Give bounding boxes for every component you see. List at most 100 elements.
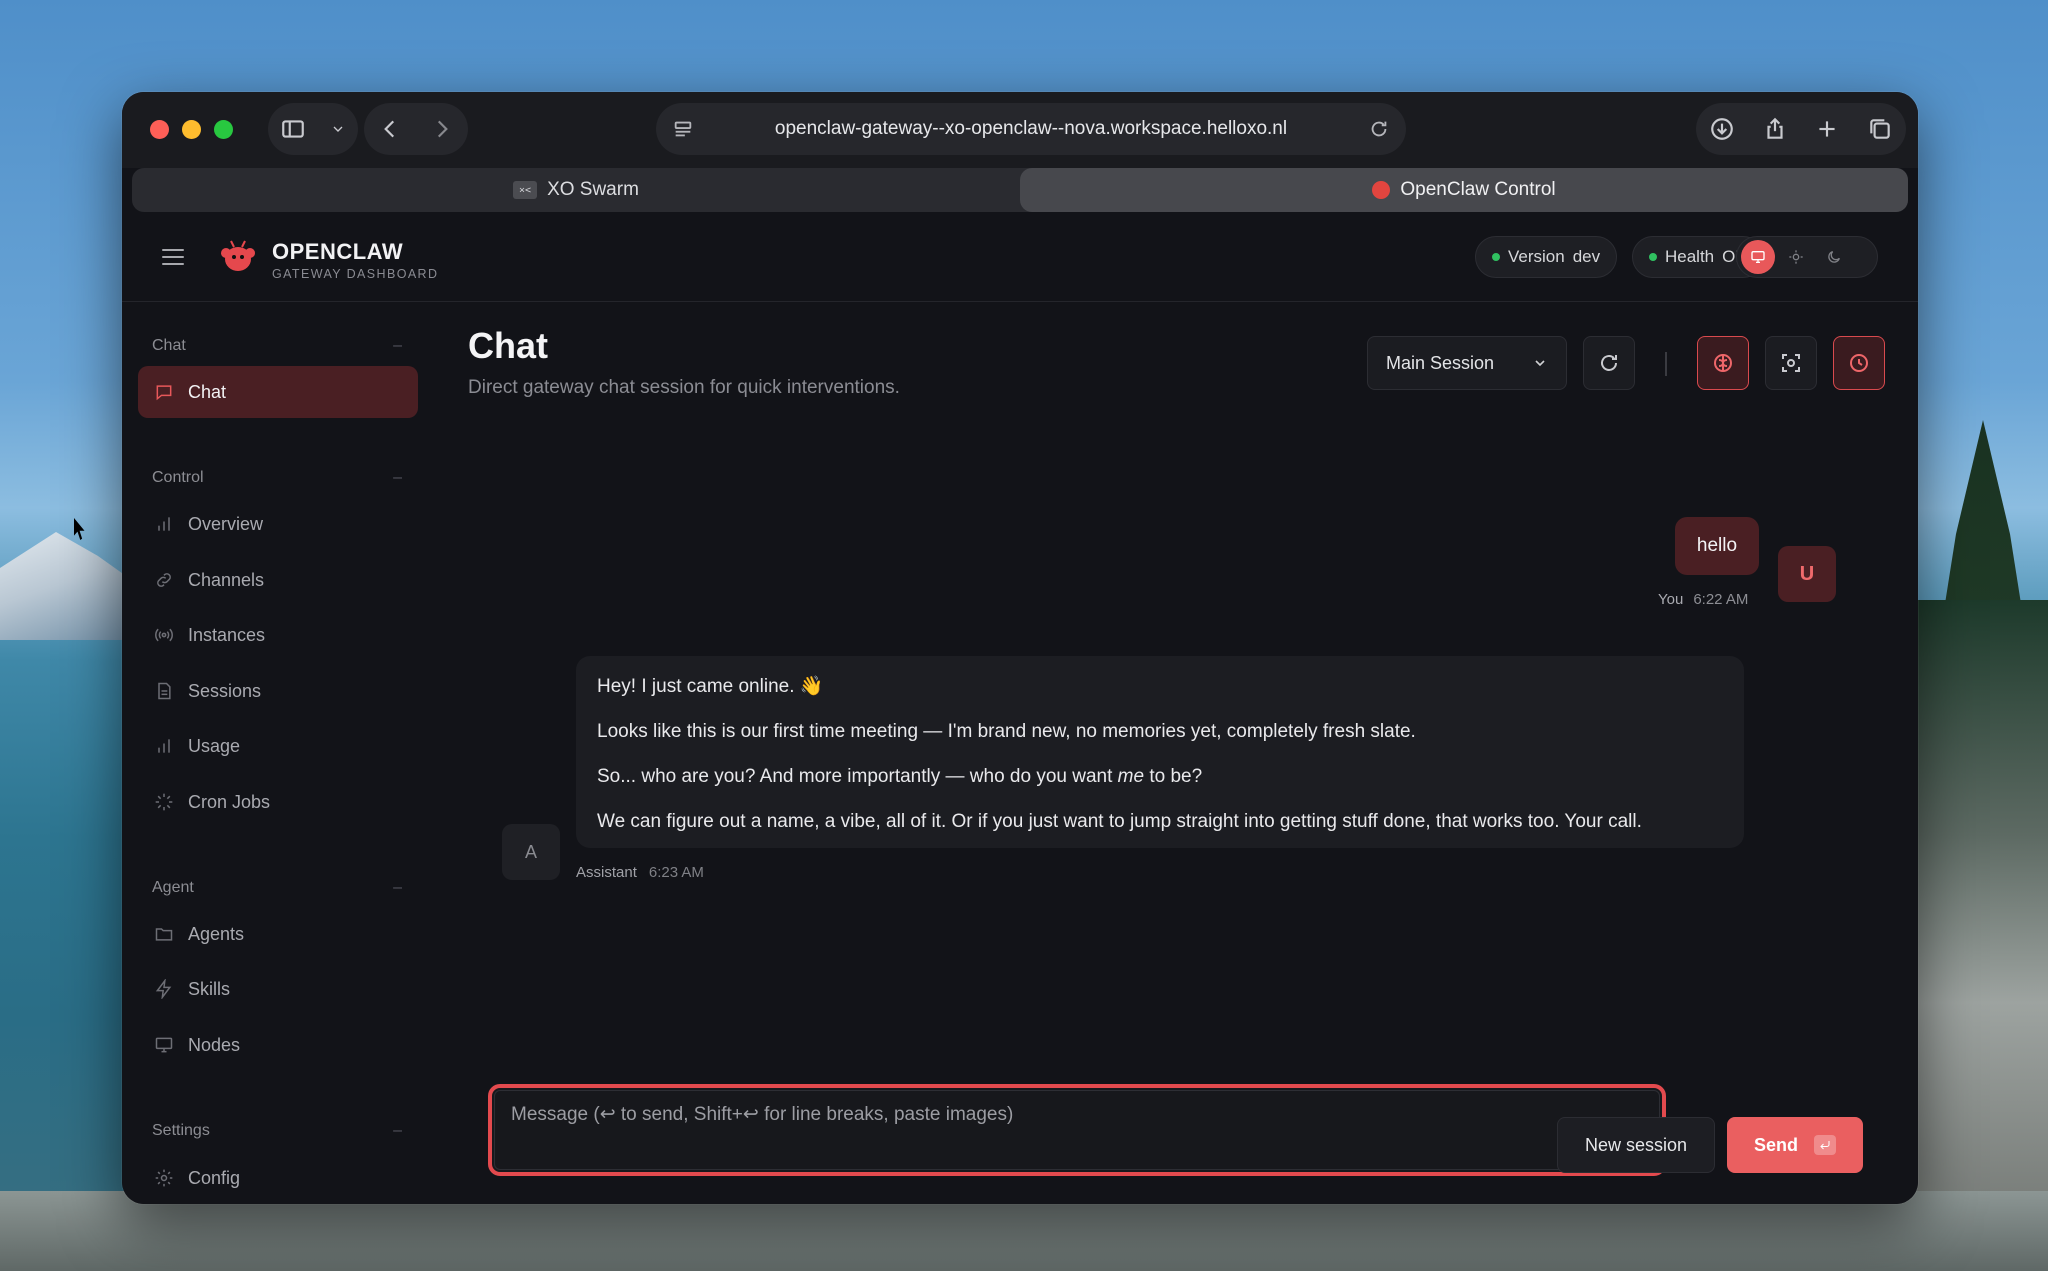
refresh-button[interactable] <box>1583 336 1635 390</box>
session-select-value: Main Session <box>1386 352 1495 373</box>
tab-label: OpenClaw Control <box>1400 179 1556 200</box>
brain-icon <box>1714 354 1732 372</box>
desktop-rocks <box>1908 600 2048 1271</box>
user-avatar: U <box>1778 546 1836 602</box>
link-icon <box>157 573 171 587</box>
sidebar-item-sessions[interactable]: Sessions <box>138 665 418 717</box>
sidebar-item-agents[interactable]: Agents <box>138 908 418 960</box>
sidebar-toggle-button[interactable] <box>268 103 358 155</box>
new-session-button[interactable]: New session <box>1557 1117 1715 1173</box>
refresh-icon <box>1601 355 1617 371</box>
sidebar-item-channels[interactable]: Channels <box>138 554 418 606</box>
sidebar: Chat – Chat Control – Overview Channels In… <box>122 302 422 1204</box>
nav-group-chat[interactable]: Chat – <box>152 337 402 355</box>
sidebar-item-instances[interactable]: Instances <box>138 609 418 661</box>
nav-group-control[interactable]: Control – <box>152 469 402 487</box>
bar-chart-icon <box>158 739 170 753</box>
message-author: Assistant <box>576 864 637 881</box>
message-text: to be? <box>1149 766 1203 787</box>
download-icon[interactable] <box>1709 116 1735 142</box>
tab-openclaw-control[interactable]: OpenClaw Control <box>1020 168 1908 212</box>
menu-icon[interactable] <box>162 249 184 265</box>
chevron-down-icon <box>1535 360 1545 367</box>
collapse-icon: – <box>393 879 402 896</box>
page-settings-icon[interactable] <box>672 118 694 140</box>
sidebar-item-skills[interactable]: Skills <box>138 963 418 1015</box>
sidebar-item-label: Usage <box>188 735 241 756</box>
chevron-down-icon <box>333 126 343 132</box>
sidebar-item-label: Overview <box>188 513 264 534</box>
theme-dark-button[interactable] <box>1817 240 1851 274</box>
share-icon[interactable] <box>1762 116 1788 142</box>
thinking-toggle-button[interactable] <box>1697 336 1749 390</box>
sidebar-item-cron-jobs[interactable]: Cron Jobs <box>138 776 418 828</box>
page-subtitle: Direct gateway chat session for quick in… <box>468 377 900 398</box>
sidebar-item-label: Agents <box>188 923 245 944</box>
theme-light-button[interactable] <box>1779 240 1813 274</box>
session-select[interactable]: Main Session <box>1367 336 1567 390</box>
nav-group-label: Settings <box>152 1122 210 1139</box>
bar-chart-icon <box>158 517 170 531</box>
broadcast-icon <box>155 628 173 642</box>
sidebar-item-overview[interactable]: Overview <box>138 498 418 550</box>
history-button[interactable] <box>1833 336 1885 390</box>
tab-label: XO Swarm <box>547 179 639 200</box>
browser-toolbar: openclaw-gateway--xo-openclaw--nova.work… <box>122 92 1918 168</box>
window-controls <box>150 120 233 139</box>
user-message-meta: You 6:22 AM <box>1658 591 1748 608</box>
message-text: So... who are you? And more importantly … <box>597 766 1113 787</box>
forward-icon[interactable] <box>429 116 455 142</box>
nav-group-label: Chat <box>152 337 186 354</box>
tab-xo-swarm[interactable]: ×< XO Swarm <box>132 168 1020 212</box>
assistant-message-meta: Assistant 6:23 AM <box>576 864 704 881</box>
user-message-bubble: hello <box>1675 517 1759 575</box>
version-label: Version <box>1508 247 1565 266</box>
message-emphasis: me <box>1117 766 1145 787</box>
zoom-window-button[interactable] <box>214 120 233 139</box>
toolbar-actions <box>1696 103 1906 155</box>
browser-window: openclaw-gateway--xo-openclaw--nova.work… <box>122 92 1918 1204</box>
minimize-window-button[interactable] <box>182 120 201 139</box>
theme-switcher <box>1736 236 1878 278</box>
nav-group-label: Agent <box>152 879 194 896</box>
version-badge: Version dev <box>1475 236 1618 278</box>
collapse-icon: – <box>393 1122 402 1139</box>
nav-group-settings[interactable]: Settings – <box>152 1122 402 1140</box>
address-bar[interactable]: openclaw-gateway--xo-openclaw--nova.work… <box>656 103 1406 155</box>
message-time: 6:22 AM <box>1693 591 1749 608</box>
version-value: dev <box>1572 247 1601 266</box>
sidebar-item-label: Nodes <box>188 1034 241 1055</box>
collapse-icon: – <box>393 337 402 354</box>
sidebar-item-usage[interactable]: Usage <box>138 720 418 772</box>
back-icon[interactable] <box>377 116 403 142</box>
brand: OPENCLAW GATEWAY DASHBOARD <box>272 239 438 281</box>
sidebar-item-config[interactable]: Config <box>138 1152 418 1204</box>
theme-system-button[interactable] <box>1741 240 1775 274</box>
moon-icon <box>1828 251 1840 263</box>
url-text: openclaw-gateway--xo-openclaw--nova.work… <box>774 118 1288 139</box>
send-button[interactable]: Send <box>1727 1117 1863 1173</box>
openclaw-logo <box>221 240 255 271</box>
scan-icon <box>1782 354 1800 372</box>
message-input[interactable] <box>494 1090 1660 1170</box>
sidebar-item-label: Channels <box>188 569 265 590</box>
message-icon <box>156 385 172 401</box>
status-dot <box>1649 253 1657 261</box>
sidebar-item-chat[interactable]: Chat <box>138 366 418 418</box>
sidebar-item-nodes[interactable]: Nodes <box>138 1019 418 1071</box>
file-icon <box>158 682 171 700</box>
mouse-cursor-icon <box>74 518 85 540</box>
new-tab-icon[interactable] <box>1814 116 1840 142</box>
sidebar-item-label: Skills <box>188 978 231 999</box>
nav-group-label: Control <box>152 469 204 486</box>
focus-mode-button[interactable] <box>1765 336 1817 390</box>
reload-icon[interactable] <box>1368 118 1390 140</box>
folder-icon <box>155 928 173 941</box>
message-author: You <box>1658 591 1684 608</box>
collapse-icon: – <box>393 469 402 486</box>
openclaw-icon <box>1372 181 1391 199</box>
tab-overview-icon[interactable] <box>1867 116 1893 142</box>
close-window-button[interactable] <box>150 120 169 139</box>
nav-group-agent[interactable]: Agent – <box>152 879 402 897</box>
message-paragraph: Looks like this is our first time meetin… <box>597 721 1416 742</box>
